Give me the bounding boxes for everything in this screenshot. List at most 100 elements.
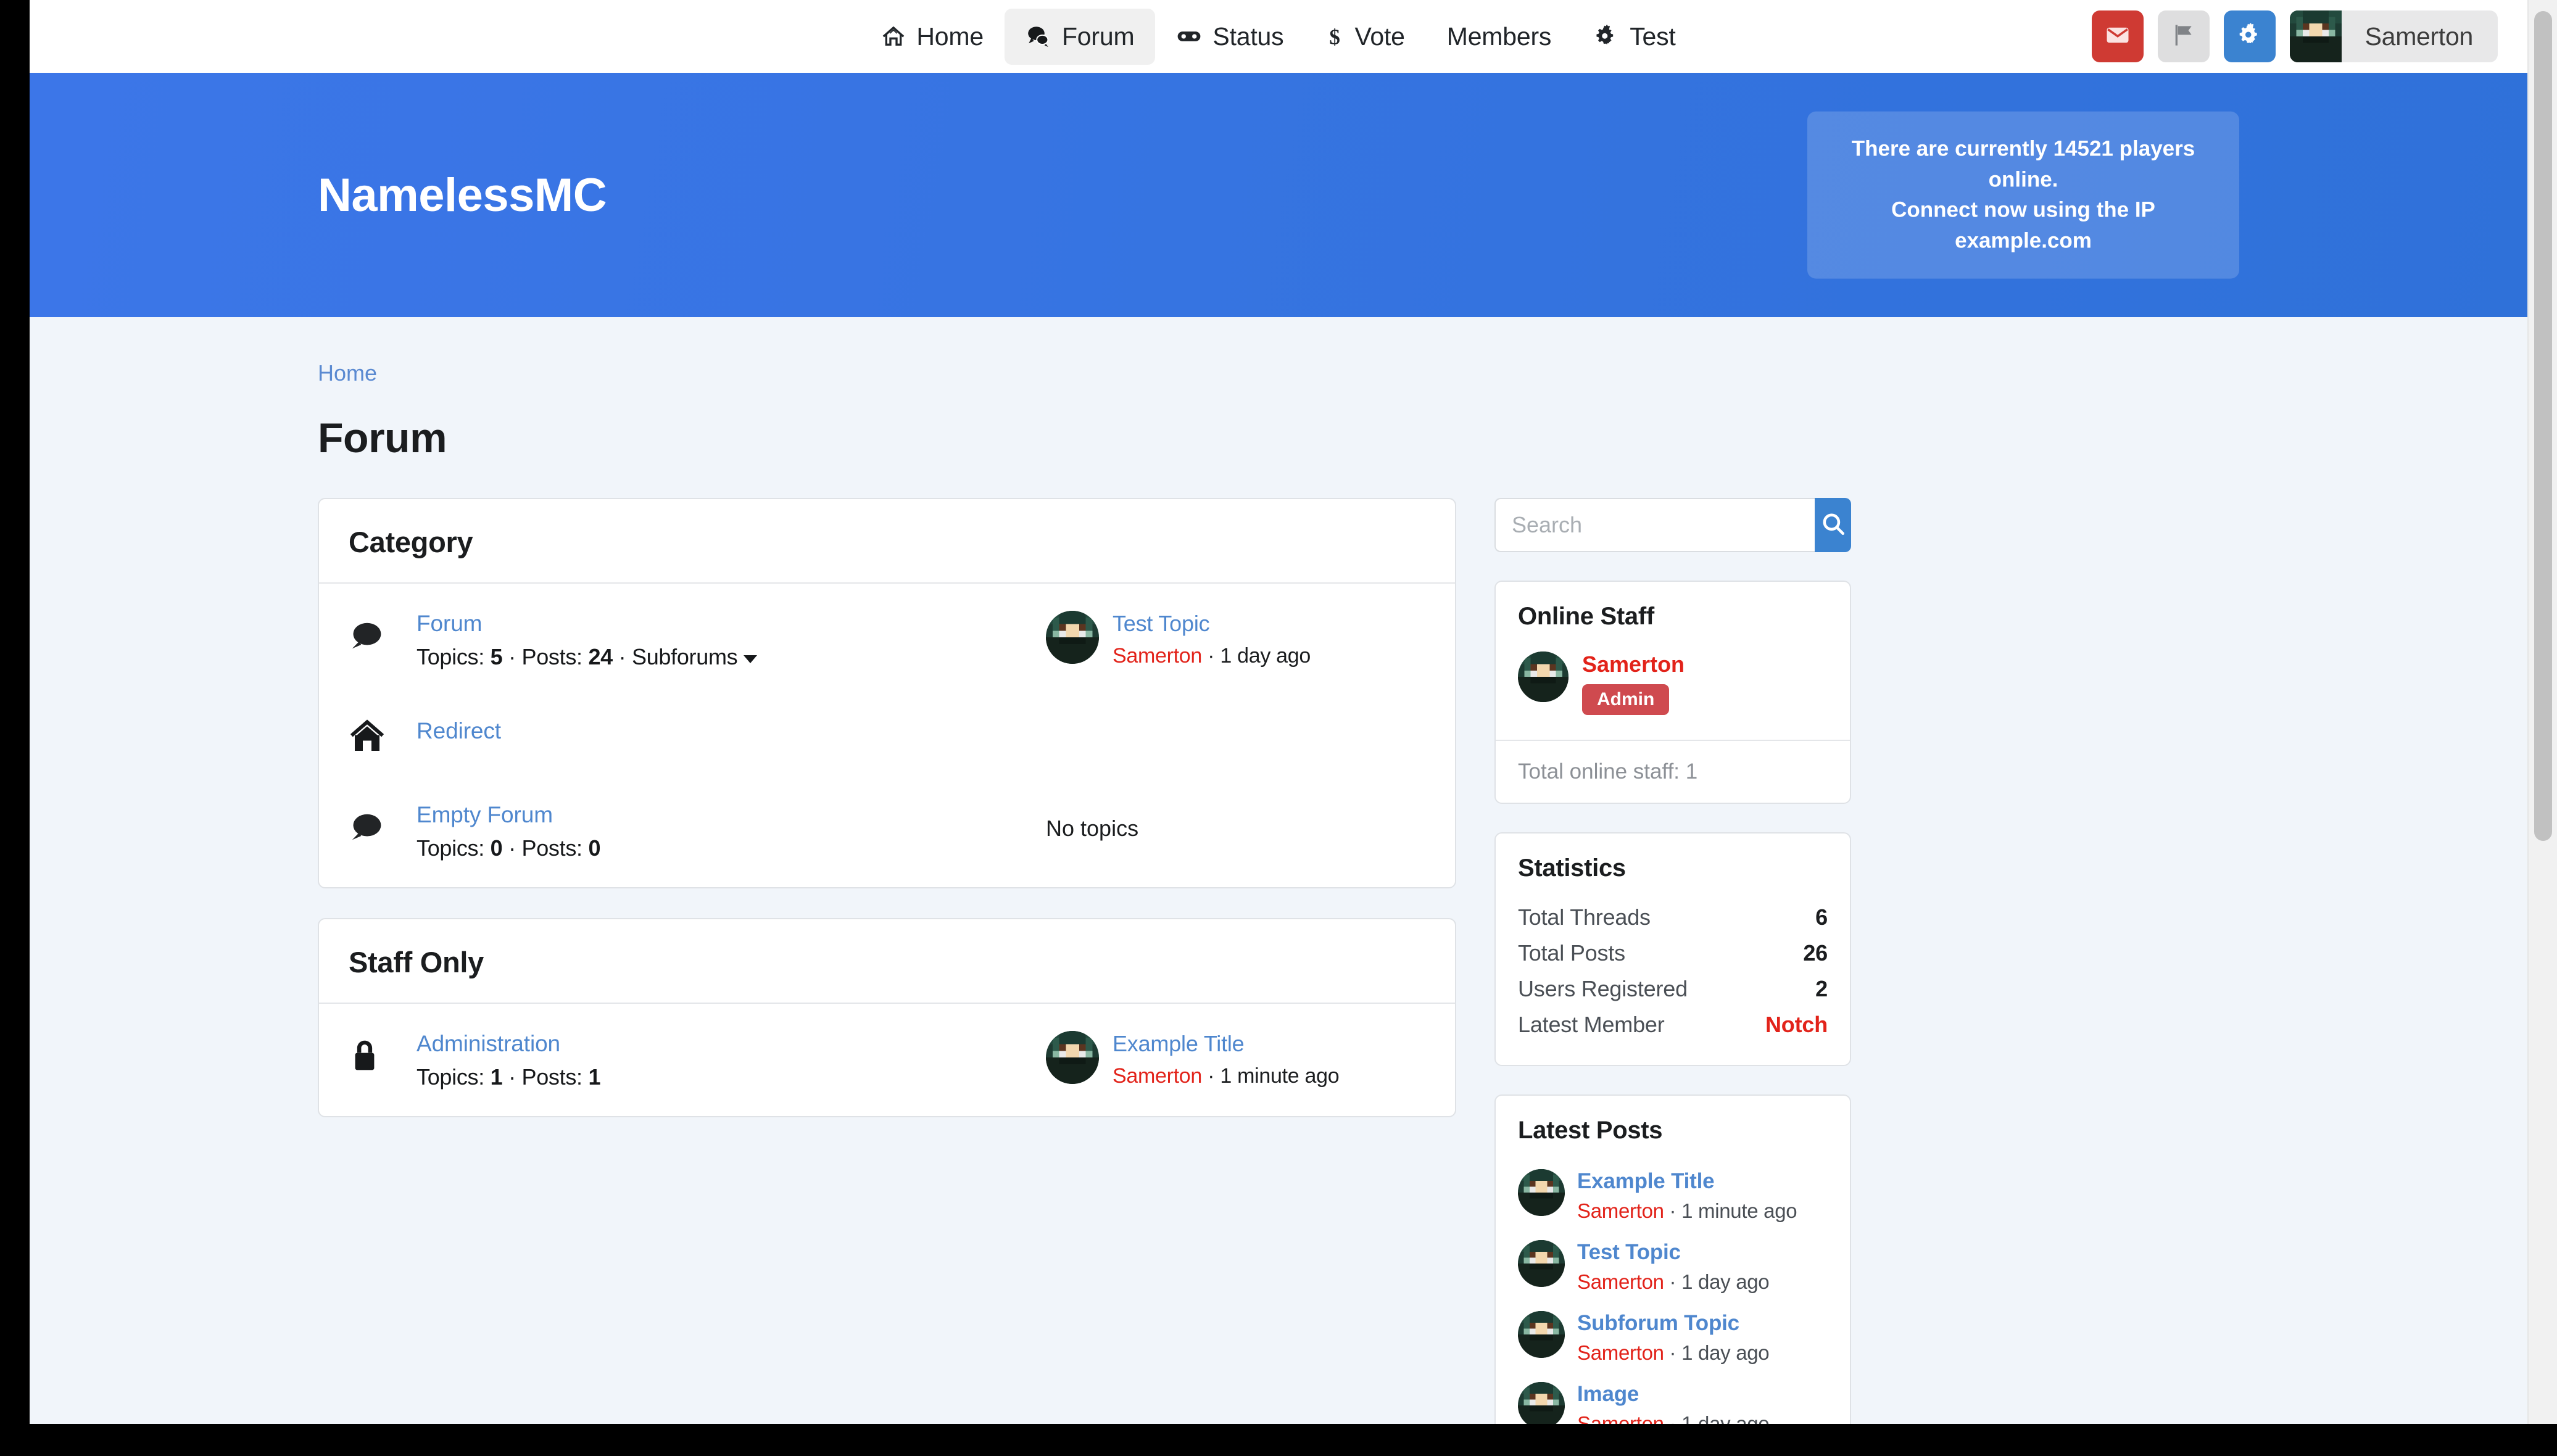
nav-item-label: Members xyxy=(1446,22,1552,51)
avatar xyxy=(1518,1169,1565,1216)
forum-stats: Topics: 5 · Posts: 24 · Subforums xyxy=(416,644,758,670)
topics-count: 1 xyxy=(490,1064,503,1090)
latest-post-time: 1 day ago xyxy=(1220,644,1311,668)
post-time: 1 minute ago xyxy=(1681,1199,1797,1222)
staffcp-button[interactable] xyxy=(2223,10,2276,62)
navbar-actions: Samerton xyxy=(2091,10,2498,62)
search-icon xyxy=(1820,511,1846,540)
posts-count: 24 xyxy=(588,644,613,669)
forum-link[interactable]: Administration xyxy=(416,1031,600,1057)
nav-item-test[interactable]: Test xyxy=(1572,9,1696,65)
flag-icon xyxy=(2171,23,2196,51)
total-online-staff: Total online staff: 1 xyxy=(1496,740,1850,803)
forum-stats: Topics: 0 · Posts: 0 xyxy=(416,835,600,861)
online-staff-card: Online Staff Samerton Admin Total online… xyxy=(1494,581,1851,804)
subforums-label[interactable]: · Subforums xyxy=(613,644,738,669)
post-author[interactable]: Samerton xyxy=(1577,1199,1664,1222)
forum-row: Redirect xyxy=(319,696,1455,775)
breadcrumb[interactable]: Home xyxy=(318,317,2239,386)
post-meta: Samerton · 1 day ago xyxy=(1577,1341,1770,1365)
latest-post-author[interactable]: Samerton xyxy=(1113,644,1202,668)
post-meta: Samerton · 1 minute ago xyxy=(1577,1199,1797,1223)
nav-item-vote[interactable]: $ Vote xyxy=(1304,9,1425,65)
post-author[interactable]: Samerton xyxy=(1577,1341,1664,1364)
sidebar: Online Staff xyxy=(1494,498,1851,1424)
gamepad-icon xyxy=(1176,23,1202,49)
online-staff-title: Online Staff xyxy=(1518,603,1654,630)
stat-row: Total Posts 26 xyxy=(1518,935,1828,971)
list-item: Test Topic Samerton · 1 day ago xyxy=(1518,1231,1828,1302)
no-topics-text: No topics xyxy=(1046,816,1139,841)
forum-link[interactable]: Redirect xyxy=(416,718,501,744)
nav-item-status[interactable]: Status xyxy=(1155,9,1304,65)
topics-label: Topics: xyxy=(416,835,491,861)
topics-count: 0 xyxy=(490,835,503,861)
nav-item-members[interactable]: Members xyxy=(1426,9,1572,65)
avatar xyxy=(1518,651,1569,702)
home-icon xyxy=(349,717,416,754)
separator: · xyxy=(1664,1270,1682,1293)
latest-post-empty xyxy=(1046,717,1425,718)
avatar xyxy=(1518,1240,1565,1287)
page-viewport: Home Forum Status $ Vote Members Test Sa… xyxy=(30,0,2527,1424)
nav-item-home[interactable]: Home xyxy=(860,9,1005,65)
stat-value: 2 xyxy=(1815,976,1828,1001)
announcement-line-2: Connect now using the IP example.com xyxy=(1891,198,2155,253)
category-card: Staff Only Administration Topics: 1 · Po… xyxy=(318,918,1456,1117)
user-menu[interactable]: Samerton xyxy=(2289,10,2498,62)
dollar-icon: $ xyxy=(1325,23,1344,49)
stat-row: Total Threads 6 xyxy=(1518,900,1828,935)
announcement-box: There are currently 14521 players online… xyxy=(1807,111,2239,279)
search-input[interactable] xyxy=(1494,498,1815,552)
search-button[interactable] xyxy=(1815,498,1851,552)
list-item: Image Samerton · 1 day ago xyxy=(1518,1373,1828,1424)
latest-post-title[interactable]: Test Topic xyxy=(1113,611,1311,637)
breadcrumb-home[interactable]: Home xyxy=(318,360,377,386)
post-title[interactable]: Example Title xyxy=(1577,1169,1797,1194)
messages-button[interactable] xyxy=(2091,10,2144,62)
post-title[interactable]: Test Topic xyxy=(1577,1240,1769,1265)
latest-post-title[interactable]: Example Title xyxy=(1113,1031,1339,1057)
browser-frame: Home Forum Status $ Vote Members Test Sa… xyxy=(30,0,2557,1424)
site-title: NamelessMC xyxy=(318,168,607,221)
nav-item-forum[interactable]: Forum xyxy=(1004,8,1156,65)
page-content: Home Forum Category Forum Topics: 5 · Po… xyxy=(288,317,2269,1424)
staff-member: Samerton Admin xyxy=(1496,631,1850,740)
separator: · xyxy=(1664,1199,1682,1222)
scrollbar-thumb[interactable] xyxy=(2534,11,2552,841)
latest-post-author[interactable]: Samerton xyxy=(1113,1064,1202,1088)
alerts-button[interactable] xyxy=(2157,10,2210,62)
stat-row: Users Registered 2 xyxy=(1518,971,1828,1007)
latest-post-empty: No topics xyxy=(1046,801,1425,842)
category-card: Category Forum Topics: 5 · Posts: 24 · S xyxy=(318,498,1456,888)
cogs-icon xyxy=(2236,22,2263,52)
separator: · xyxy=(1664,1341,1682,1364)
staff-member-name[interactable]: Samerton xyxy=(1582,651,1685,677)
stat-label: Total Posts xyxy=(1518,940,1625,966)
forum-link[interactable]: Empty Forum xyxy=(416,802,600,828)
latest-post: Test Topic Samerton · 1 day ago xyxy=(1046,610,1425,668)
stat-label: Total Threads xyxy=(1518,904,1651,930)
avatar xyxy=(1518,1382,1565,1424)
separator: · xyxy=(1202,644,1220,668)
statistics-title: Statistics xyxy=(1518,854,1626,882)
nav-item-label: Status xyxy=(1212,22,1284,51)
post-author[interactable]: Samerton xyxy=(1577,1270,1664,1293)
avatar xyxy=(1046,611,1099,664)
stat-row: Latest Member Notch xyxy=(1518,1007,1828,1043)
post-author[interactable]: Samerton xyxy=(1577,1412,1664,1424)
post-time: 1 day ago xyxy=(1681,1270,1770,1293)
chevron-down-icon[interactable] xyxy=(744,655,758,663)
post-title[interactable]: Image xyxy=(1577,1382,1769,1407)
hero-banner: NamelessMC There are currently 14521 pla… xyxy=(30,73,2527,317)
forum-link[interactable]: Forum xyxy=(416,611,757,637)
latest-post-meta: Samerton · 1 minute ago xyxy=(1113,1064,1340,1088)
page-title: Forum xyxy=(318,415,447,461)
lock-icon xyxy=(349,1030,416,1073)
home-icon xyxy=(881,24,906,49)
vertical-scrollbar[interactable] xyxy=(2527,0,2557,1424)
post-title[interactable]: Subforum Topic xyxy=(1577,1311,1769,1336)
svg-text:$: $ xyxy=(1330,25,1340,49)
latest-member-link[interactable]: Notch xyxy=(1765,1012,1828,1038)
posts-label: · Posts: xyxy=(502,1064,589,1090)
